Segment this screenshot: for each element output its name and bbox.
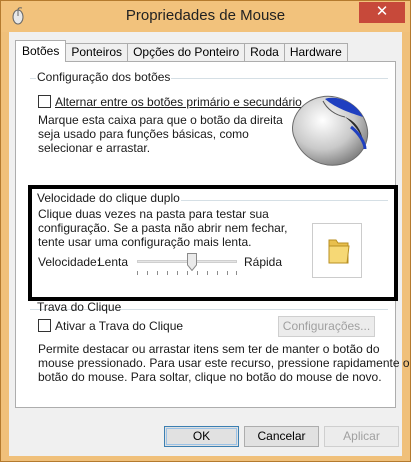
group-label-click-lock: Trava do Clique	[37, 300, 122, 314]
click-lock-description-line-1: Permite destacar ou arrastar itens sem t…	[38, 342, 380, 356]
tab-botoes[interactable]: Botões	[15, 40, 67, 62]
tab-ponteiros[interactable]: Ponteiros	[65, 43, 129, 62]
button-config-description-line-3: selecionar e arrastar.	[38, 141, 151, 155]
tab-hardware[interactable]: Hardware	[283, 43, 348, 62]
tab-opcoes-do-ponteiro[interactable]: Opções do Ponteiro	[127, 43, 246, 62]
double-click-description-line-2: configuração. Se a pasta não abrir nem f…	[38, 221, 288, 235]
double-click-description-line-1: Clique duas vezes na pasta para testar s…	[38, 207, 269, 221]
window-title: Propriedades de Mouse	[125, 7, 286, 24]
swap-buttons-label[interactable]: Alternar entre os botões primário e secu…	[55, 95, 302, 109]
apply-button[interactable]: Aplicar	[324, 426, 399, 447]
close-icon: ✕	[375, 3, 389, 20]
mouse-properties-window: Propriedades de Mouse ✕ Botões Ponteiros…	[0, 0, 411, 462]
click-lock-label[interactable]: Ativar a Trava do Clique	[55, 319, 183, 333]
button-config-description-line-2: seja usado para funções básicas, como	[38, 127, 249, 141]
click-lock-checkbox[interactable]	[38, 319, 51, 332]
mouse-illustration	[292, 95, 369, 166]
group-label-button-config: Configuração dos botões	[36, 70, 172, 84]
ok-button[interactable]: OK	[164, 426, 239, 447]
close-button[interactable]: ✕	[359, 2, 405, 23]
speed-label: Velocidade:	[38, 255, 101, 269]
double-click-speed-slider-thumb[interactable]	[187, 253, 197, 271]
click-lock-description-line-2: mouse pressionado. Para usar este recurs…	[38, 356, 410, 370]
cancel-button[interactable]: Cancelar	[244, 426, 319, 447]
speed-slow-label: Lenta	[98, 255, 129, 269]
group-label-double-click: Velocidade do clique duplo	[36, 191, 181, 205]
tab-roda[interactable]: Roda	[244, 43, 285, 62]
title-bar[interactable]: Propriedades de Mouse ✕	[1, 1, 410, 32]
speed-fast-label: Rápida	[244, 255, 283, 269]
double-click-description-line-3: tente usar uma configuração mais lenta.	[38, 235, 252, 249]
folder-icon[interactable]	[326, 236, 352, 266]
button-config-description-line-1: Marque esta caixa para que o botão da di…	[38, 113, 283, 127]
click-lock-settings-button[interactable]: Configurações...	[278, 316, 375, 337]
swap-buttons-checkbox[interactable]	[38, 95, 51, 108]
click-lock-description-line-3: botão do mouse. Para soltar, clique no b…	[38, 370, 382, 384]
ok-button-label: OK	[192, 429, 211, 443]
tab-strip: Botões Ponteiros Opções do Ponteiro Roda…	[15, 40, 348, 62]
double-click-speed-slider-ticks	[137, 271, 237, 275]
test-folder-frame[interactable]	[312, 223, 362, 278]
